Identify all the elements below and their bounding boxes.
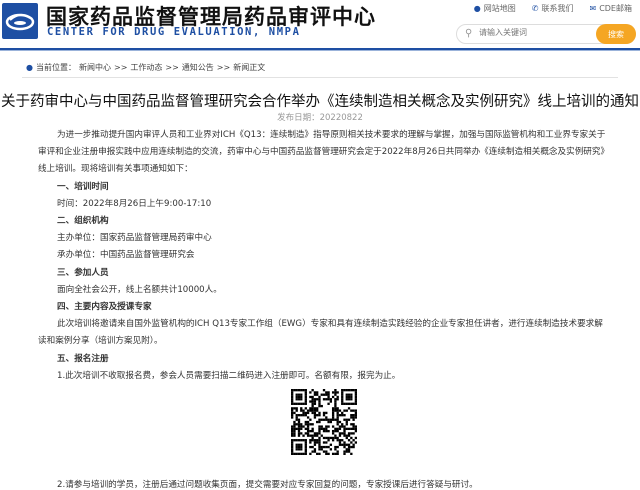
contact-link[interactable]: ✆ 联系我们	[532, 3, 574, 14]
section-heading: 二、组织机构	[57, 216, 109, 227]
search-button[interactable]: 搜索	[596, 24, 636, 44]
paragraph: 此次培训将邀请来自国外监管机构的ICH Q13专家工作组（EWG）专家和具有连续…	[38, 319, 603, 347]
site-subtitle: CENTER FOR DRUG EVALUATION, NMPA	[47, 26, 301, 38]
breadcrumb-notices[interactable]: 通知公告	[182, 62, 214, 73]
section-heading: 一、培训时间	[57, 181, 109, 192]
contact-label: 联系我们	[541, 4, 574, 13]
article-body: 为进一步推动提升国内审评人员和工业界对ICH《Q13：连续制造》指导原则相关技术…	[38, 127, 610, 456]
publish-date: 发布日期：20220822	[277, 113, 363, 123]
search-box: ⚲ 搜索	[456, 24, 636, 44]
breadcrumb: ● 当前位置： 新闻中心 >> 工作动态 >> 通知公告 >> 新闻正文	[26, 62, 265, 73]
breadcrumb-label: 当前位置：	[35, 63, 76, 72]
article-title: 关于药审中心与中国药品监督管理研究会合作举办《连续制造相关概念及实例研究》线上培…	[1, 94, 639, 110]
paragraph: 2.请参与培训的学员，注册后通过问题收集页面，提交需要对应专家回复的问题，专家授…	[57, 480, 478, 490]
paragraph: 面向全社会公开，线上名额共计10000人。	[57, 284, 222, 295]
search-input[interactable]	[479, 28, 579, 37]
location-pin-icon: ●	[26, 63, 33, 72]
paragraph: 主办单位：国家药品监督管理局药审中心	[57, 233, 212, 244]
sitemap-label: 网站地图	[483, 4, 516, 13]
location-pin-icon: ●	[473, 4, 481, 13]
breadcrumb-separator: >>	[165, 63, 179, 72]
sitemap-link[interactable]: ● 网站地图	[474, 3, 516, 14]
paragraph: 1.此次培训不收取报名费，参会人员需要扫描二维码进入注册即可。名额有限，报完为止…	[57, 370, 401, 381]
breadcrumb-separator: >>	[113, 63, 128, 72]
section-heading: 四、主要内容及授课专家	[57, 302, 152, 313]
content-divider	[22, 77, 618, 78]
email-link[interactable]: ✉ CDE邮箱	[589, 3, 632, 14]
paragraph: 时间：2022年8月26日上午9:00-17:10	[57, 198, 212, 209]
cde-logo[interactable]	[2, 3, 38, 39]
breadcrumb-separator: >>	[216, 63, 231, 72]
search-icon: ⚲	[465, 28, 473, 39]
paragraph: 承办单位：中国药品监督管理研究会	[57, 250, 195, 261]
header-divider	[0, 48, 640, 51]
section-heading: 三、参加人员	[57, 267, 109, 278]
site-header: 国家药品监督管理局药品审评中心 CENTER FOR DRUG EVALUATI…	[0, 0, 640, 48]
mail-icon: ✉	[589, 4, 597, 13]
email-label: CDE邮箱	[599, 4, 632, 13]
phone-icon: ✆	[531, 4, 539, 13]
breadcrumb-current: 新闻正文	[233, 63, 266, 72]
breadcrumb-news-center[interactable]: 新闻中心	[79, 62, 111, 73]
breadcrumb-work-news[interactable]: 工作动态	[130, 62, 162, 73]
intro-paragraph: 为进一步推动提升国内审评人员和工业界对ICH《Q13：连续制造》指导原则相关技术…	[38, 130, 610, 175]
registration-qr-code	[291, 389, 357, 456]
section-heading: 五、报名注册	[57, 353, 109, 364]
